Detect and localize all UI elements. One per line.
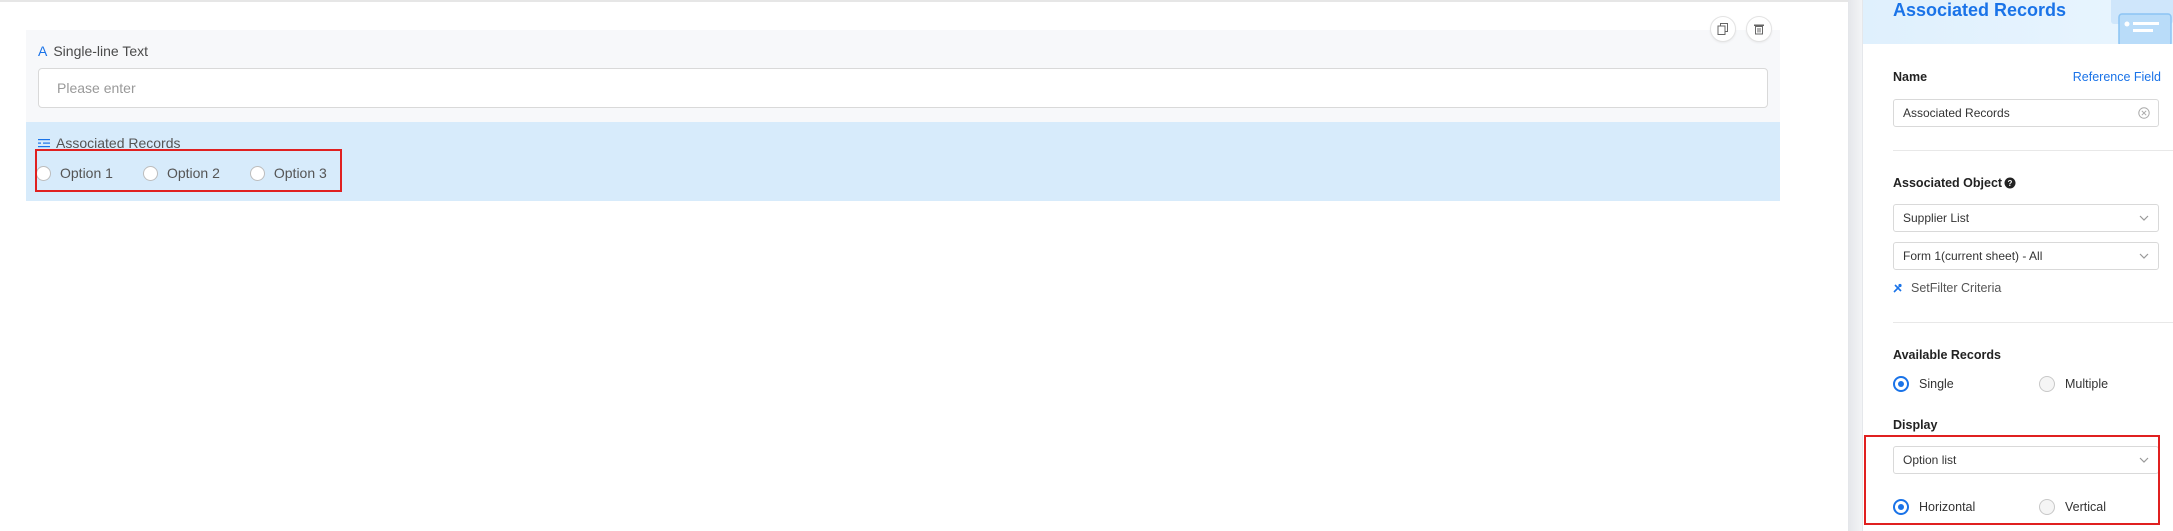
delete-field-button[interactable] (1746, 16, 1772, 42)
properties-panel: Associated Records Name Reference Field … (1862, 0, 2173, 531)
highlight-box-display (1864, 435, 2160, 525)
clear-icon[interactable] (2138, 107, 2150, 119)
section-divider (1893, 322, 2173, 323)
radio-selected-icon (1893, 376, 1909, 392)
radio-single[interactable]: Single (1893, 376, 1954, 392)
copy-field-button[interactable] (1710, 16, 1736, 42)
section-divider (1893, 150, 2173, 151)
display-label: Display (1893, 418, 1938, 432)
tools-icon (1893, 283, 1902, 293)
radio-single-label: Single (1919, 377, 1954, 391)
name-label: Name (1893, 70, 1928, 84)
radio-unselected-icon (2039, 376, 2055, 392)
text-a-icon: A (38, 43, 48, 59)
object-select-value: Supplier List (1903, 211, 1970, 225)
radio-multiple-label: Multiple (2065, 377, 2109, 391)
single-line-input[interactable]: Please enter (38, 68, 1768, 108)
chevron-down-icon (2139, 215, 2149, 221)
radio-multiple[interactable]: Multiple (2039, 376, 2108, 392)
name-value: Associated Records (1903, 106, 2010, 120)
available-records-label: Available Records (1893, 348, 2001, 362)
set-filter-criteria-link[interactable]: SetFilter Criteria (1893, 281, 2001, 295)
form-scope-select[interactable]: Form 1(current sheet) - All (1893, 242, 2159, 270)
svg-text:?: ? (2008, 179, 2013, 188)
single-line-text-field[interactable]: A Single-line Text Please enter (26, 16, 1780, 122)
associated-object-select[interactable]: Supplier List (1893, 204, 2159, 232)
form-canvas: A Single-line Text Please enter Associat… (0, 0, 1848, 531)
help-icon[interactable]: ? (2004, 177, 2016, 189)
associated-object-label: Associated Object (1893, 176, 2003, 190)
single-line-placeholder: Please enter (57, 80, 136, 96)
filter-link-label: SetFilter Criteria (1911, 281, 2002, 295)
form-select-value: Form 1(current sheet) - All (1903, 249, 2043, 263)
canvas-divider (1848, 0, 1862, 531)
panel-header: Associated Records (1863, 0, 2173, 44)
header-illustration-icon (2111, 0, 2173, 44)
name-input[interactable]: Associated Records (1893, 99, 2159, 127)
panel-title: Associated Records (1893, 0, 2067, 20)
copy-icon (1717, 23, 1728, 35)
chevron-down-icon (2139, 253, 2149, 259)
single-line-label: Single-line Text (53, 43, 149, 59)
highlight-box-options (35, 149, 342, 192)
associated-object-label-row: Associated Object ? (1893, 176, 2016, 190)
link-list-icon (38, 139, 50, 148)
trash-icon (1754, 24, 1764, 35)
single-line-label-row: A Single-line Text (38, 43, 148, 59)
reference-field-link[interactable]: Reference Field (2073, 70, 2161, 84)
